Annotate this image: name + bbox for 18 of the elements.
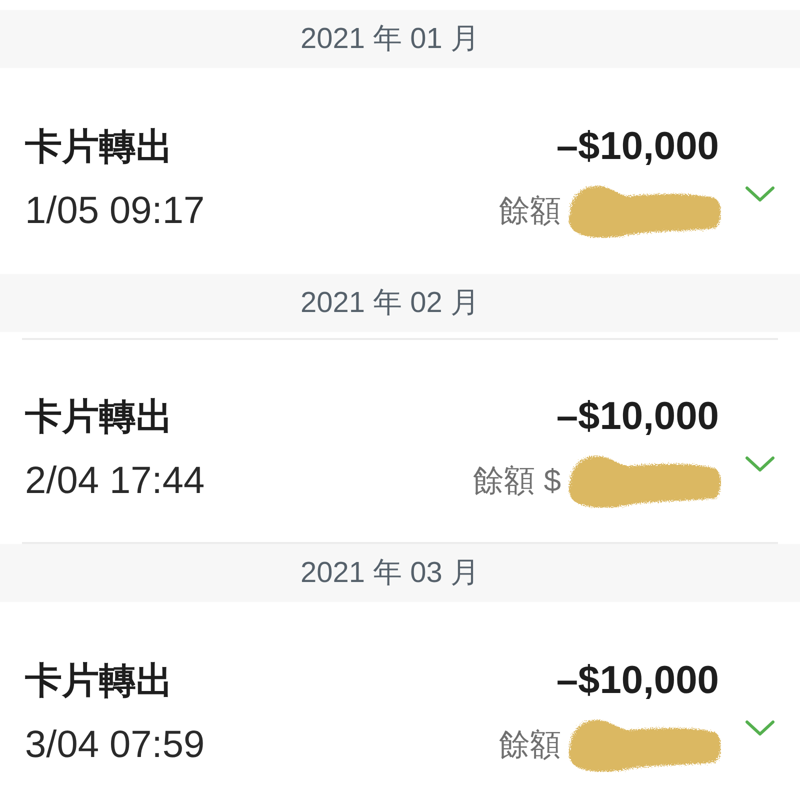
chevron-down-icon[interactable] [745,456,775,472]
transaction-time: 2/04 17:44 [25,459,205,504]
transaction-time: 1/05 09:17 [25,189,205,234]
month-header: 2021 年 01 月 [0,10,800,68]
transaction-title: 卡片轉出 [25,659,173,703]
transaction-time: 3/04 07:59 [25,723,205,768]
balance-label: 餘額 $ [473,462,561,500]
chevron-down-icon[interactable] [745,720,775,736]
balance-label: 餘額 [499,192,561,230]
transaction-amount: –$10,000 [556,124,719,170]
chevron-down-icon[interactable] [745,186,775,202]
transaction-title: 卡片轉出 [25,395,173,439]
balance-label: 餘額 [499,726,561,764]
transaction-title: 卡片轉出 [25,125,173,169]
month-header: 2021 年 03 月 [0,544,800,602]
transaction-amount: –$10,000 [556,394,719,440]
transaction-amount: –$10,000 [556,658,719,704]
month-header: 2021 年 02 月 [0,274,800,332]
